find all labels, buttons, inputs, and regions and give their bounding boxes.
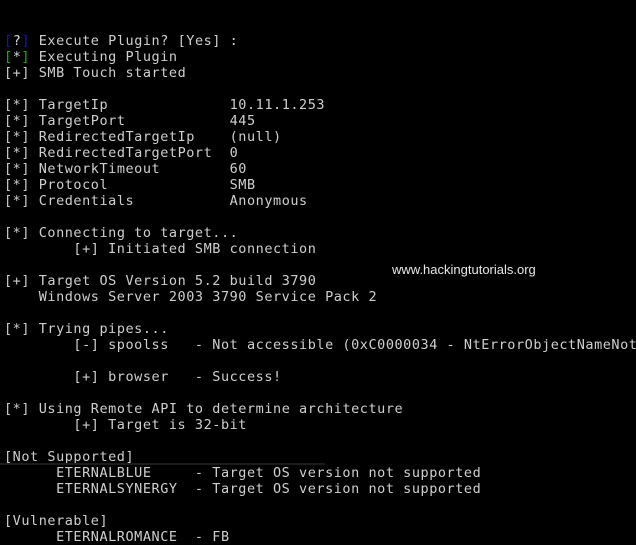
line-text: Windows Server 2003 3790 Service Pack 2 — [4, 289, 378, 305]
terminal-line: ETERNALSYNERGY - Target OS version not s… — [4, 481, 636, 497]
section-divider-rule — [0, 463, 325, 465]
line-status-tag: [*] — [4, 225, 31, 241]
terminal-line: Windows Server 2003 3790 Service Pack 2 — [4, 289, 636, 305]
line-text: Execute Plugin? [Yes] : — [30, 33, 239, 49]
line-status-tag: [*] — [4, 49, 31, 65]
line-status-tag: [*] — [4, 129, 31, 145]
terminal-line: [Vulnerable] — [4, 513, 636, 529]
line-text: RedirectedTargetPort 0 — [30, 145, 239, 161]
line-status-tag: [*] — [4, 113, 31, 129]
terminal-line: [*] Connecting to target... — [4, 225, 636, 241]
line-text: Credentials Anonymous — [30, 193, 308, 209]
terminal-line: [*] Executing Plugin — [4, 49, 636, 65]
line-status-tag: [*] — [4, 97, 31, 113]
line-text: [-] spoolss - Not accessible (0xC0000034… — [4, 337, 636, 353]
terminal-line: [*] Trying pipes... — [4, 321, 636, 337]
line-text: ETERNALSYNERGY - Target OS version not s… — [4, 481, 482, 497]
line-text: [+] browser - Success! — [4, 369, 282, 385]
terminal-line: [*] Using Remote API to determine archit… — [4, 401, 636, 417]
site-watermark: www.hackingtutorials.org — [392, 262, 536, 277]
line-text: Executing Plugin — [30, 49, 178, 65]
line-text: [+] Target is 32-bit — [4, 417, 247, 433]
line-status-tag: [*] — [4, 321, 31, 337]
terminal-line: [+] Target is 32-bit — [4, 417, 636, 433]
terminal-line: [*] TargetPort 445 — [4, 113, 636, 129]
line-text: RedirectedTargetIp (null) — [30, 129, 282, 145]
line-text: ETERNALBLUE - Target OS version not supp… — [4, 465, 482, 481]
line-text: [+] Initiated SMB connection — [4, 241, 317, 257]
line-status-tag: [*] — [4, 177, 31, 193]
line-text: Trying pipes... — [30, 321, 169, 337]
line-status-tag: [*] — [4, 401, 31, 417]
terminal-output[interactable]: [?] Execute Plugin? [Yes] : [*] Executing… — [0, 0, 636, 545]
terminal-line: [+] browser - Success! — [4, 369, 636, 385]
line-text: Connecting to target... — [30, 225, 239, 241]
line-text: [Vulnerable] — [4, 513, 109, 529]
line-status-tag: [*] — [4, 193, 31, 209]
line-text: SMB Touch started — [30, 65, 187, 81]
line-text: TargetPort 445 — [30, 113, 256, 129]
line-text: ETERNALROMANCE - FB — [4, 529, 230, 545]
terminal-line: ETERNALBLUE - Target OS version not supp… — [4, 465, 636, 481]
line-text: NetworkTimeout 60 — [30, 161, 247, 177]
terminal-line-list: [?] Execute Plugin? [Yes] : [*] Executing… — [4, 33, 636, 545]
terminal-line: [*] NetworkTimeout 60 — [4, 161, 636, 177]
terminal-line: [*] RedirectedTargetIp (null) — [4, 129, 636, 145]
terminal-line: [-] spoolss - Not accessible (0xC0000034… — [4, 337, 636, 353]
line-status-tag: [?] — [4, 33, 31, 49]
line-status-tag: [+] — [4, 65, 31, 81]
terminal-line: [*] Credentials Anonymous — [4, 193, 636, 209]
line-text: TargetIp 10.11.1.253 — [30, 97, 326, 113]
terminal-line: [*] TargetIp 10.11.1.253 — [4, 97, 636, 113]
terminal-line: [?] Execute Plugin? [Yes] : — [4, 33, 636, 49]
line-status-tag: [*] — [4, 145, 31, 161]
terminal-line: [+] Initiated SMB connection — [4, 241, 636, 257]
terminal-line: [*] RedirectedTargetPort 0 — [4, 145, 636, 161]
line-text: Using Remote API to determine architectu… — [30, 401, 404, 417]
line-status-tag: [+] — [4, 273, 31, 289]
line-status-tag: [*] — [4, 161, 31, 177]
terminal-line: [+] Target OS Version 5.2 build 3790 — [4, 273, 636, 289]
terminal-line: [+] SMB Touch started — [4, 65, 636, 81]
terminal-line: [*] Protocol SMB — [4, 177, 636, 193]
terminal-line: ETERNALROMANCE - FB — [4, 529, 636, 545]
line-text: Target OS Version 5.2 build 3790 — [30, 273, 317, 289]
line-text: Protocol SMB — [30, 177, 256, 193]
